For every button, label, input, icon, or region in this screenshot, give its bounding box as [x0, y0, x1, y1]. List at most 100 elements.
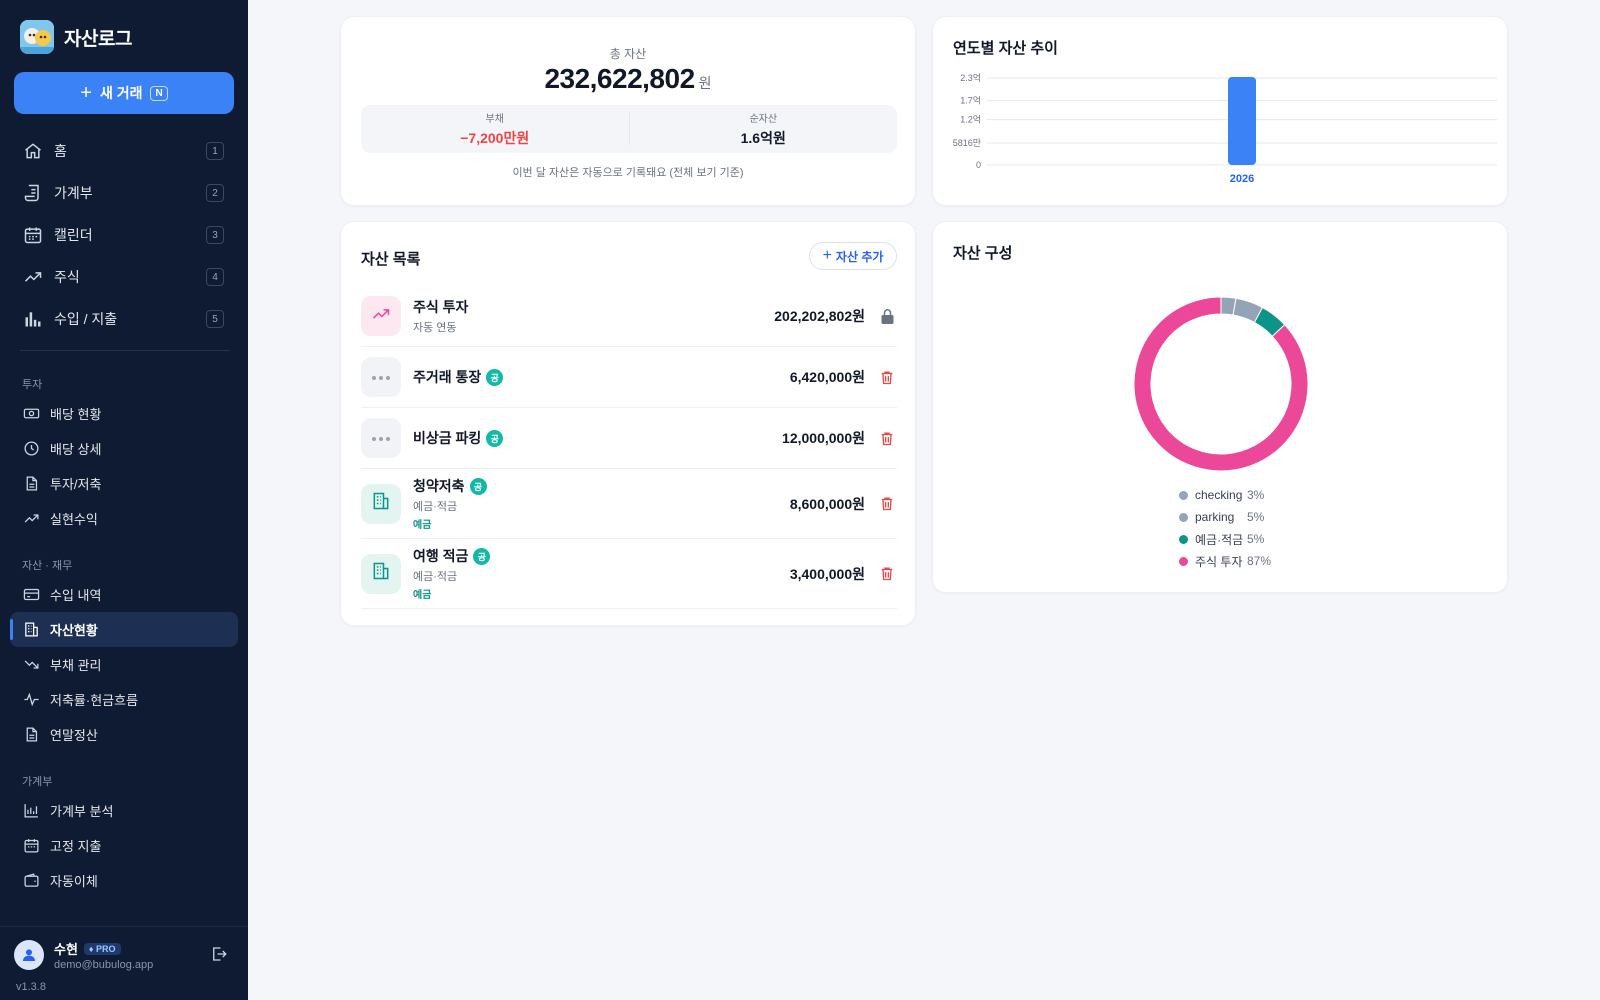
net-worth-value: 1.6억원 — [740, 130, 786, 146]
brand[interactable]: 자산로그 — [20, 20, 132, 54]
asset-name: 주거래 통장 — [413, 369, 482, 385]
legend-dot — [1179, 534, 1188, 544]
sidebar-divider — [20, 350, 230, 351]
nav-label: 수입 내역 — [50, 588, 102, 603]
shared-badge: 공 — [486, 429, 504, 447]
logout-icon[interactable] — [210, 945, 228, 963]
section-label-ledger: 가계부 — [22, 776, 53, 788]
nav-label: 투자/저축 — [50, 477, 102, 492]
composition-title: 자산 구성 — [953, 245, 1013, 262]
nav-label: 배당 상세 — [50, 442, 102, 457]
trend-up-icon — [371, 304, 391, 329]
asset-amount: 8,600,000원 — [789, 495, 865, 512]
legend-dot — [1179, 490, 1188, 500]
nav-item-debt-management[interactable]: 부채 관리 — [10, 647, 238, 682]
nav-item-auto-transfer[interactable]: 자동이체 — [10, 863, 238, 898]
nav-item-year-end-tax[interactable]: 연말정산 — [10, 717, 238, 752]
legend-name: checking — [1195, 488, 1243, 502]
asset-name: 여행 적금 — [413, 548, 469, 564]
asset-tag: 예금 — [413, 520, 432, 531]
add-asset-button[interactable]: + 자산 추가 — [809, 242, 897, 270]
nav-item-dividend-detail[interactable]: 배당 상세 — [10, 431, 238, 466]
legend-percent: 5% — [1247, 510, 1265, 524]
nav-item-stocks[interactable]: 주식 4 — [12, 256, 236, 298]
asset-row-checking[interactable]: 주거래 통장 공 6,420,000원 — [361, 347, 897, 408]
trash-icon[interactable] — [877, 494, 897, 514]
plan-badge: ♦ PRO — [83, 942, 121, 955]
nav-label: 가계부 — [54, 185, 93, 201]
asset-desc: 자동 연동 — [413, 322, 457, 334]
nav-item-realized-profit[interactable]: 실현수익 — [10, 501, 238, 536]
nav-item-ledger-analysis[interactable]: 가계부 분석 — [10, 793, 238, 828]
trash-icon[interactable] — [877, 564, 897, 584]
user-name-row: 수현 ♦ PRO — [54, 939, 121, 958]
new-transaction-button[interactable]: + 새 거래 N — [14, 72, 234, 114]
net-worth-label: 순자산 — [749, 114, 778, 125]
debt-value: −7,200만원 — [460, 130, 530, 146]
document-icon — [22, 726, 40, 744]
asset-row-parking[interactable]: 비상금 파킹 공 12,000,000원 — [361, 408, 897, 469]
nav-item-fixed-expense[interactable]: 고정 지출 — [10, 828, 238, 863]
section-label-invest: 투자 — [22, 379, 43, 391]
debt-label: 부채 — [485, 114, 504, 125]
nav-item-home[interactable]: 홈 1 — [12, 130, 236, 172]
card-icon — [22, 586, 40, 604]
app-version: v1.3.8 — [16, 981, 46, 993]
clock-icon — [22, 440, 40, 458]
asset-amount: 12,000,000원 — [782, 430, 865, 446]
legend-item: 예금·적금 5% — [1179, 528, 1271, 550]
asset-row-subscription-savings[interactable]: 청약저축 공 예금·적금 예금 8,600,000원 — [361, 469, 897, 539]
calendar-icon — [22, 837, 40, 855]
nav-item-savings-cashflow[interactable]: 저축률·현금흐름 — [10, 682, 238, 717]
home-icon — [22, 140, 44, 162]
nav-label: 주식 — [54, 269, 80, 285]
nav-item-income-history[interactable]: 수입 내역 — [10, 577, 238, 612]
nav-label: 가계부 분석 — [50, 804, 114, 819]
new-transaction-label: 새 거래 — [99, 85, 143, 101]
sidebar: 자산로그 + 새 거래 N 홈 1 가계부 2 캘린더 3 주식 4 수입 / … — [0, 0, 248, 1000]
section-label-assets: 자산 · 재무 — [22, 560, 73, 572]
total-assets-label: 총 자산 — [609, 47, 647, 61]
yearly-trend-chart: 0 5816만 1.2억 1.7억 2.3억 2026 — [953, 72, 1497, 185]
main-nav: 홈 1 가계부 2 캘린더 3 주식 4 수입 / 지출 5 — [12, 130, 236, 340]
y-tick-label: 1.2억 — [960, 114, 981, 125]
building-icon — [371, 561, 391, 586]
nav-label: 수입 / 지출 — [54, 311, 118, 327]
auto-record-hint: 이번 달 자산은 자동으로 기록돼요 (전체 보기 기준) — [512, 167, 744, 179]
asset-info: 주식 투자 자동 연동 — [413, 297, 774, 335]
nav-item-dividend-status[interactable]: 배당 현황 — [10, 396, 238, 431]
nav-label: 저축률·현금흐름 — [50, 693, 139, 708]
nav-item-invest-savings[interactable]: 투자/저축 — [10, 466, 238, 501]
nav-shortcut: 1 — [206, 142, 224, 160]
trash-icon[interactable] — [877, 367, 897, 387]
bar-chart-icon — [22, 802, 40, 820]
asset-info: 여행 적금 공 예금·적금 예금 — [413, 546, 790, 601]
nav-label: 고정 지출 — [50, 839, 102, 854]
asset-composition-card: 자산 구성 checking 3% parking 5% 예금·적금 5% 주식 투자 87% — [932, 221, 1508, 593]
legend-percent: 5% — [1247, 532, 1265, 546]
nav-item-ledger[interactable]: 가계부 2 — [12, 172, 236, 214]
nav-item-calendar[interactable]: 캘린더 3 — [12, 214, 236, 256]
y-tick-label: 1.7억 — [960, 95, 981, 106]
nav-label: 배당 현황 — [50, 407, 102, 422]
trend-up-icon — [22, 510, 40, 528]
trash-icon[interactable] — [877, 428, 897, 448]
nav-item-income-expense[interactable]: 수입 / 지출 5 — [12, 298, 236, 340]
asset-info: 주거래 통장 공 — [413, 367, 790, 387]
asset-name-row: 여행 적금 공 — [413, 546, 790, 566]
asset-tag: 예금 — [413, 590, 432, 601]
nav-item-asset-status[interactable]: 자산현황 — [10, 612, 238, 647]
legend-percent: 87% — [1247, 554, 1272, 568]
building-icon — [22, 621, 40, 639]
legend-dot — [1179, 556, 1188, 566]
avatar[interactable] — [14, 940, 44, 970]
asset-desc: 예금·적금 — [413, 571, 458, 583]
trend-bar[interactable] — [1228, 77, 1256, 165]
asset-row-travel-savings[interactable]: 여행 적금 공 예금·적금 예금 3,400,000원 — [361, 539, 897, 609]
debt-summary: 부채 −7,200만원 — [361, 105, 629, 153]
user-panel: 수현 ♦ PRO demo@bubulog.app v1.3.8 — [0, 926, 248, 1000]
asset-row-stock[interactable]: 주식 투자 자동 연동 202,202,802원 — [361, 286, 897, 347]
legend-item: checking 3% — [1179, 484, 1271, 506]
building-icon — [371, 491, 391, 516]
asset-info: 비상금 파킹 공 — [413, 428, 782, 448]
